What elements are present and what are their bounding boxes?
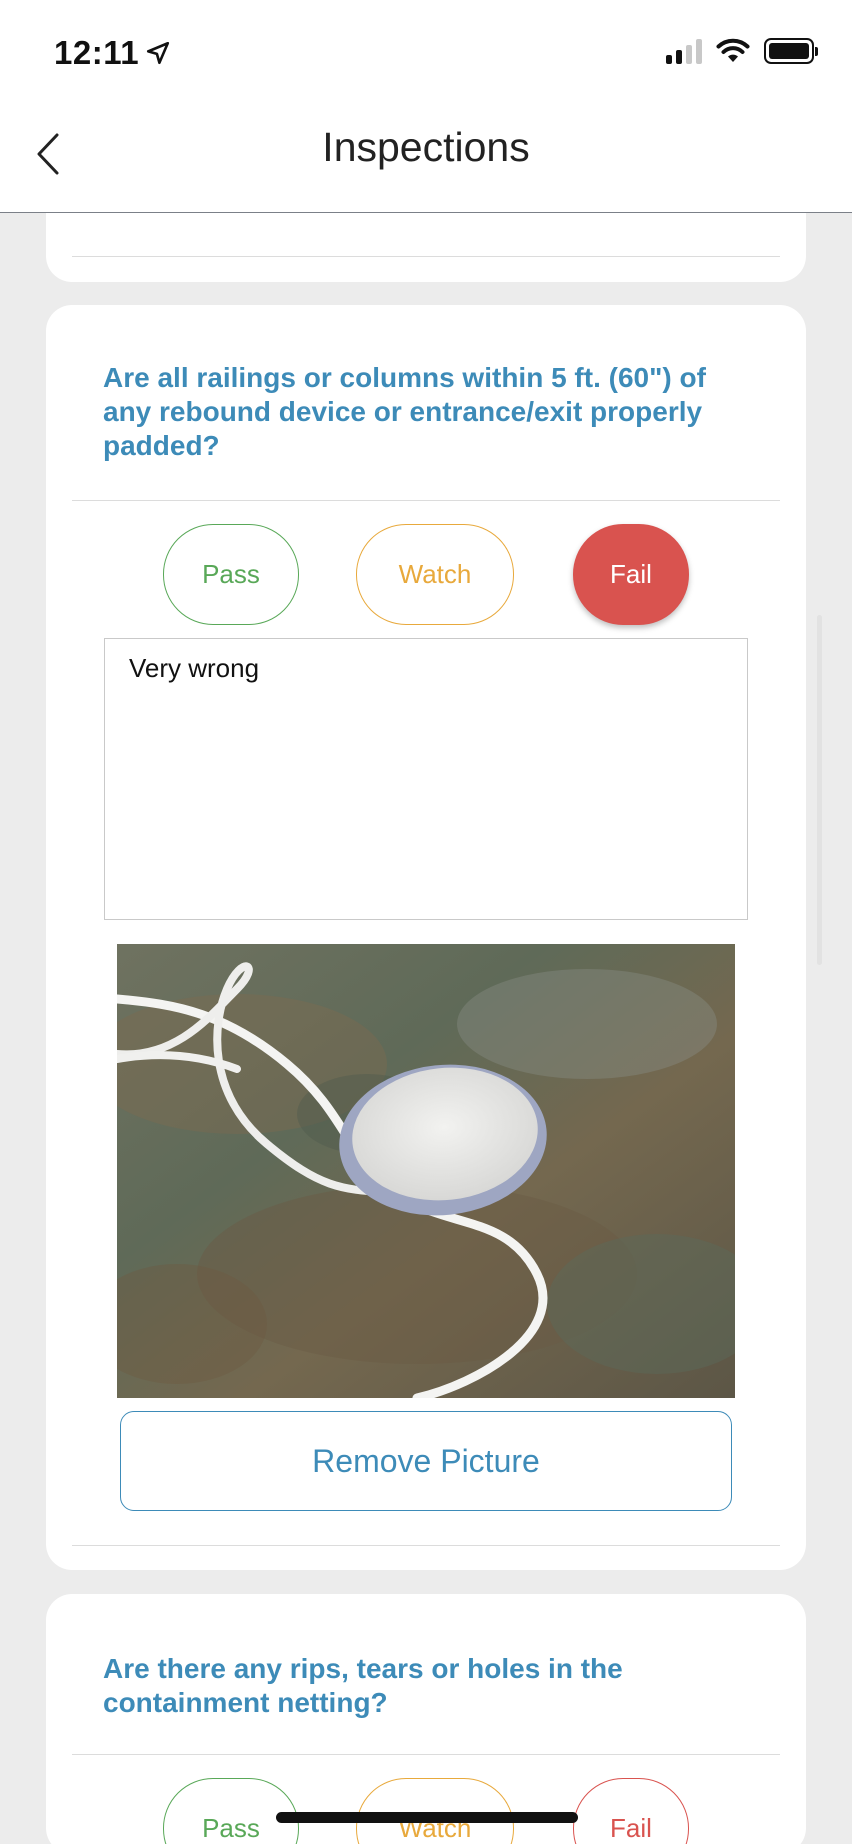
card-bottom-divider: [72, 1545, 780, 1546]
battery-icon: [764, 38, 818, 64]
status-time: 12:11: [54, 34, 171, 72]
question-card: Are all railings or columns within 5 ft.…: [46, 305, 806, 1570]
location-arrow-icon: [147, 41, 170, 65]
watch-button[interactable]: Watch: [356, 524, 514, 625]
watch-button-next[interactable]: Watch: [356, 1778, 514, 1844]
fail-button[interactable]: Fail: [573, 524, 689, 625]
scroll-indicator[interactable]: [817, 615, 822, 965]
question-text-next: Are there any rips, tears or holes in th…: [103, 1653, 623, 1718]
wifi-icon: [716, 38, 750, 62]
question-text: Are all railings or columns within 5 ft.…: [103, 362, 706, 461]
home-indicator[interactable]: [276, 1812, 578, 1823]
question-divider-next: [72, 1754, 780, 1755]
previous-question-card: [46, 213, 806, 282]
attached-photo: [117, 944, 735, 1398]
cellular-signal-icon: [666, 38, 702, 64]
status-time-text: 12:11: [54, 34, 140, 71]
notes-textarea[interactable]: Very wrong: [104, 638, 748, 920]
fail-button-next[interactable]: Fail: [573, 1778, 689, 1844]
top-bar: 12:11 Inspections: [0, 0, 852, 213]
status-indicators: [666, 38, 818, 64]
question-divider: [72, 500, 780, 501]
pass-button[interactable]: Pass: [163, 524, 299, 625]
card-divider: [72, 256, 780, 257]
next-question-card: Are there any rips, tears or holes in th…: [46, 1594, 806, 1844]
page-title: Inspections: [322, 124, 530, 170]
pass-button-next[interactable]: Pass: [163, 1778, 299, 1844]
remove-picture-button[interactable]: Remove Picture: [120, 1411, 732, 1511]
